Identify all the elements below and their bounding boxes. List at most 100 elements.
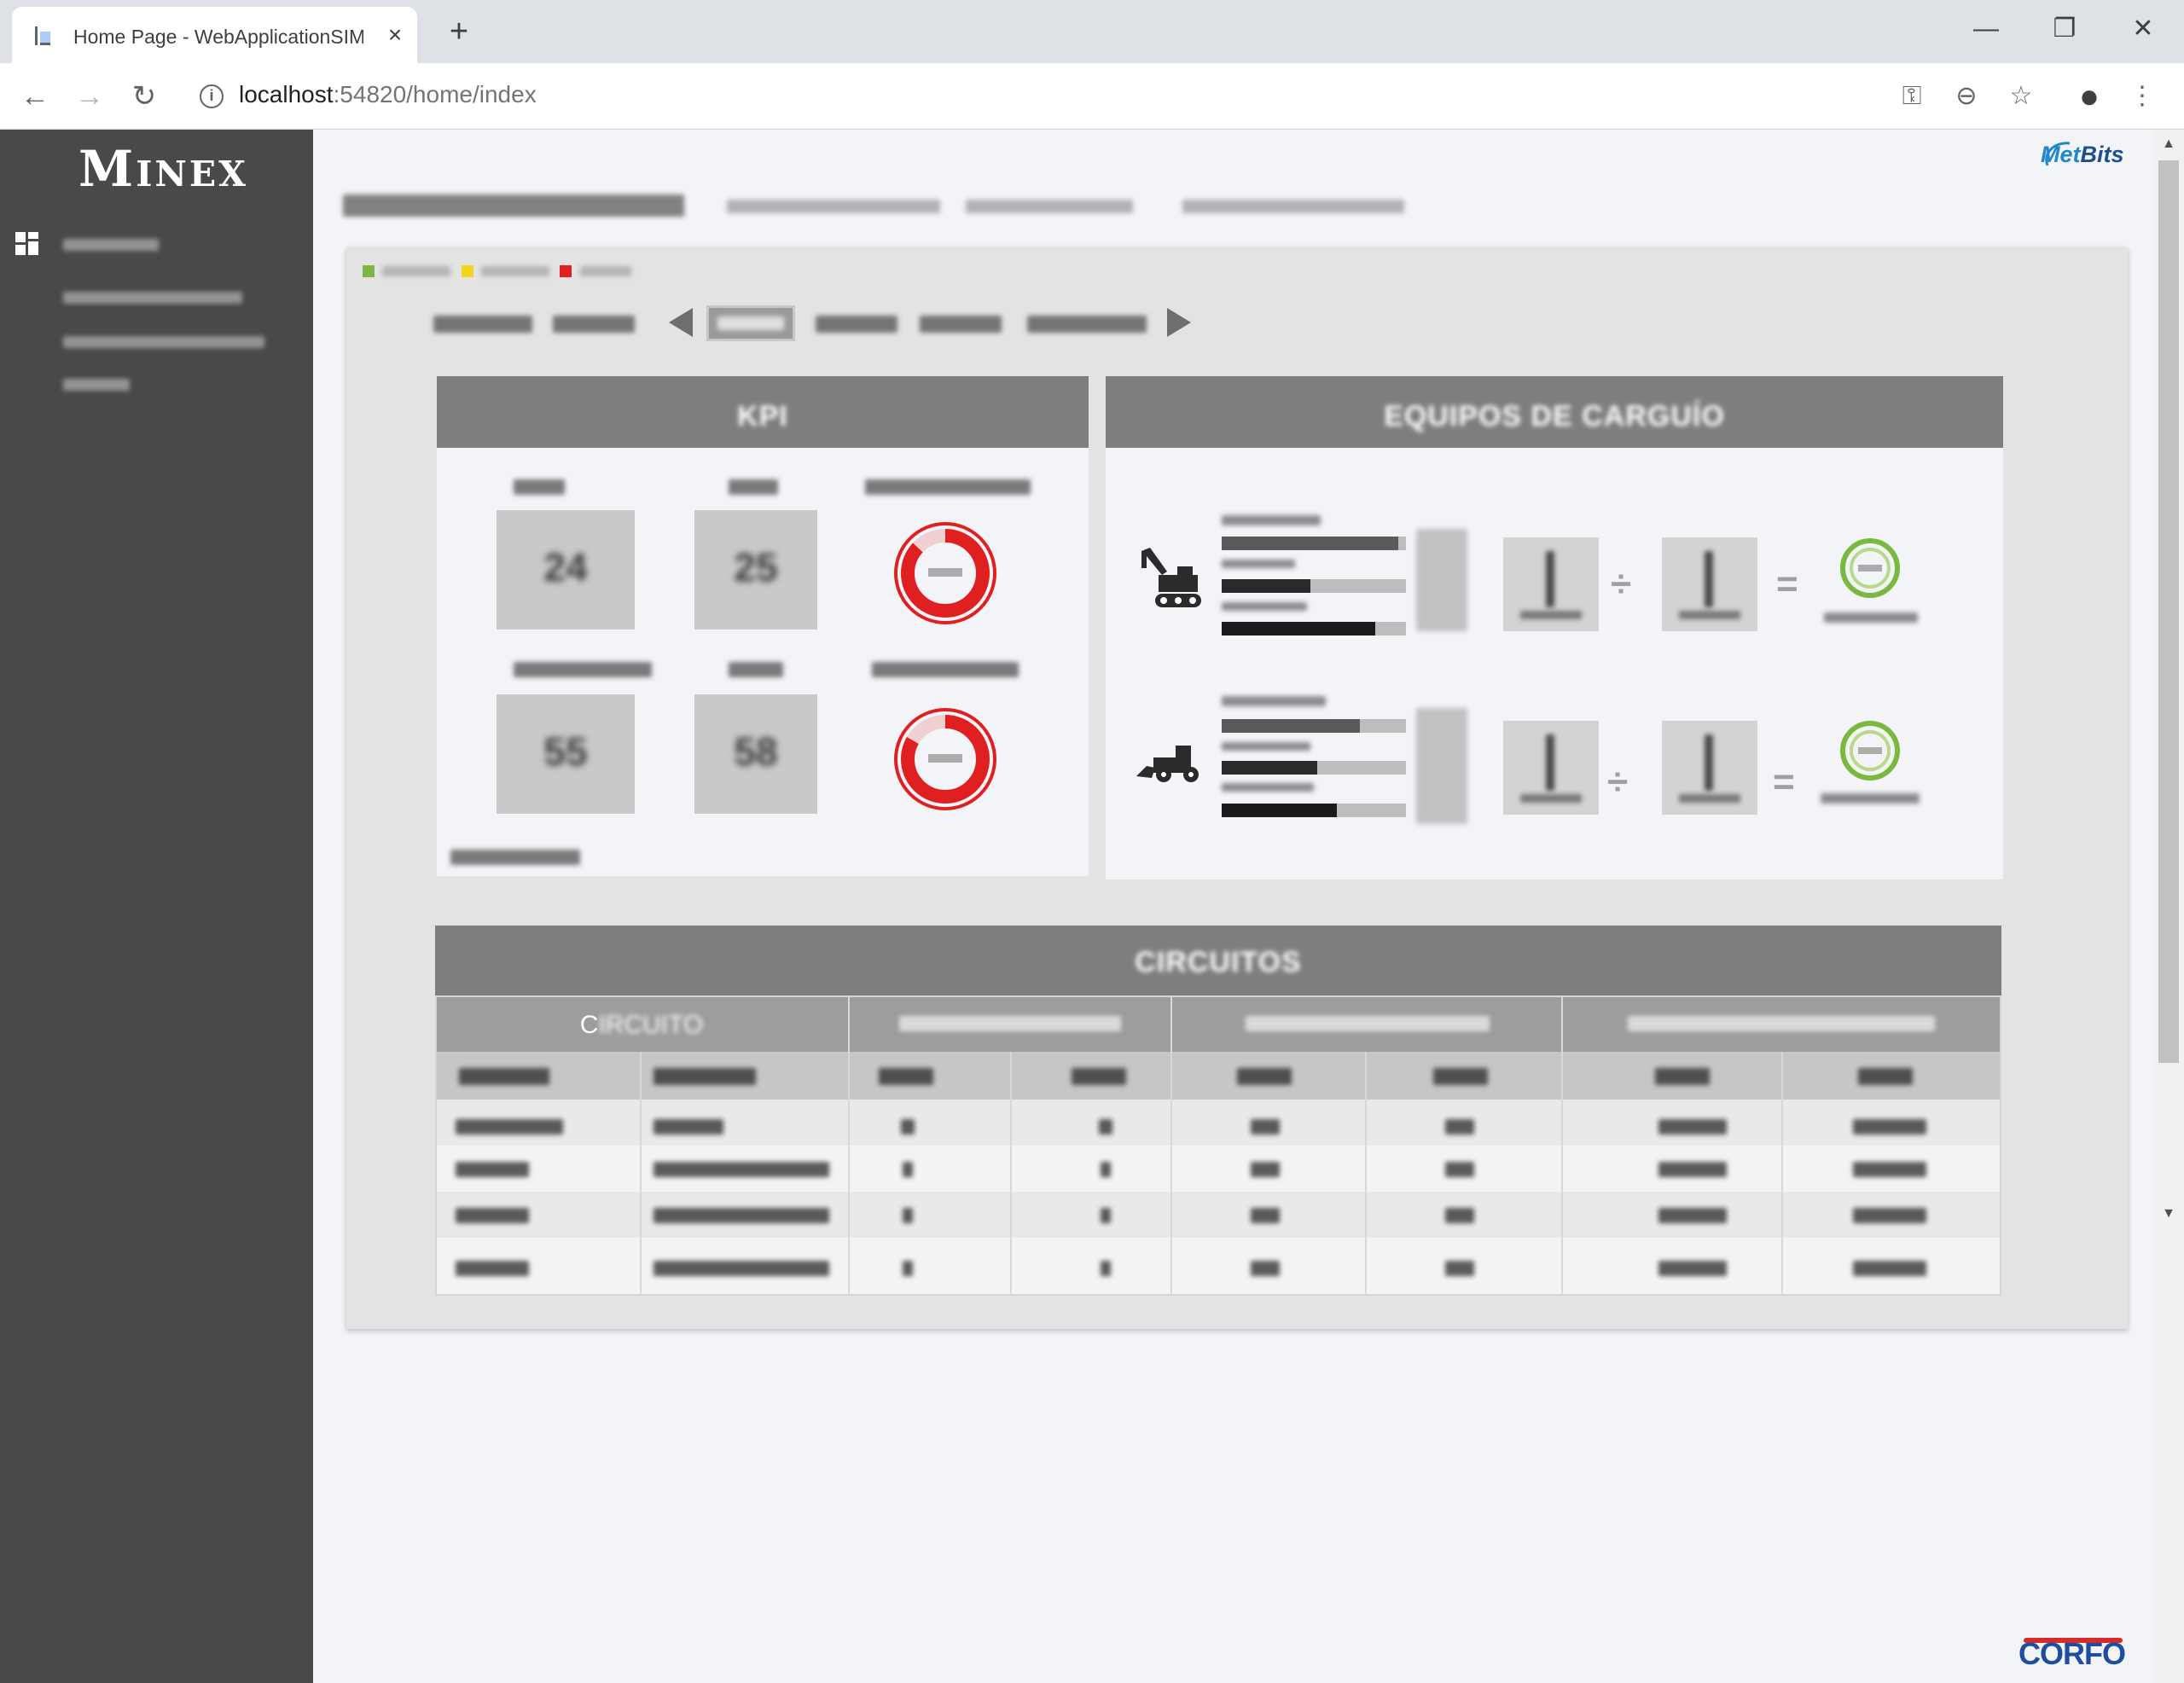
table-cell [903,1261,913,1276]
sidebar-subitem[interactable] [63,292,242,304]
table-cell [1658,1119,1727,1135]
wheel-loader-icon [1136,746,1199,782]
kpi-label-plan [729,479,778,495]
url-host: localhost [239,81,334,107]
page-title [343,194,684,217]
page-icon [35,26,50,45]
kpi-value: 25 [734,545,778,589]
sidebar-item-dashboard[interactable] [63,239,159,251]
forward-button[interactable]: → [70,77,109,116]
legend-red-swatch [560,265,572,277]
close-window-button[interactable]: ✕ [2117,10,2169,48]
col-header-origen [459,1068,549,1085]
equipos-title: EQUIPOS DE CARGUÍO [1384,400,1725,432]
browser-tab-bar: Home Page - WebApplicationSIM × + — ❐ ✕ [0,0,2184,63]
dashboard-icon [15,232,38,255]
table-cell [653,1208,829,1223]
table-cell [903,1162,913,1177]
scrollbar-thumb[interactable] [2158,160,2179,1063]
excavator-tile-a [1503,537,1599,631]
new-tab-button[interactable]: + [442,15,476,49]
period-label[interactable] [920,316,1002,333]
equals-icon: = [1776,563,1798,605]
kpi-tile-proyectado: 55 [497,694,635,814]
browser-tab[interactable]: Home Page - WebApplicationSIM × [12,7,417,63]
restore-button[interactable]: ❐ [2039,10,2090,48]
kpi-tile-meta: 58 [694,694,817,814]
scroll-up-icon[interactable]: ▲ [2155,131,2182,157]
next-arrow-icon[interactable] [1167,308,1191,337]
equip-values [1416,708,1467,824]
equip-result [1821,793,1920,804]
kpi-label-meta [729,662,783,677]
col-header-plan [1433,1068,1488,1085]
period-label[interactable] [816,316,897,333]
profile-icon[interactable]: ● [2071,78,2107,114]
col-header-destino [653,1068,756,1085]
equip-label [1222,602,1307,611]
period-label[interactable] [1027,316,1147,333]
table-cell [456,1162,529,1177]
table-cell [456,1119,563,1135]
address-bar[interactable]: localhost:54820/home/index [239,81,537,108]
circuitos-table-frame [435,995,2001,1296]
loader-bar-2 [1222,761,1406,775]
table-cell [653,1261,829,1276]
browser-toolbar: ← → ↻ i localhost:54820/home/index ⚿ ⊖ ☆… [0,63,2184,130]
page-subtitle [1182,200,1404,213]
corfo-logo: CORFO [2018,1636,2126,1671]
excavator-bar-3 [1222,622,1406,635]
sidebar-subitem[interactable] [63,379,130,391]
prev-arrow-icon[interactable] [669,308,693,337]
zoom-icon[interactable]: ⊖ [1949,78,1984,114]
minimize-button[interactable]: — [1960,10,2012,48]
table-cell [1251,1261,1280,1276]
table-cell [1251,1208,1280,1223]
col-header-plan [1858,1068,1913,1085]
page-subtitle [966,200,1133,213]
kpi-donut [894,708,996,810]
tab-close-button[interactable]: × [382,22,408,48]
table-cell [1853,1208,1926,1223]
table-cell [1101,1261,1111,1276]
table-cell [901,1119,915,1135]
key-icon[interactable]: ⚿ [1894,78,1930,114]
table-cell [1853,1261,1926,1276]
menu-icon[interactable]: ⋮ [2124,78,2160,114]
equip-donut [1840,721,1900,781]
reload-button[interactable]: ↻ [125,77,164,116]
equip-label [1222,742,1310,751]
bookmark-star-icon[interactable]: ☆ [2003,78,2039,114]
table-cell [1658,1162,1727,1177]
kpi-label-real [514,479,565,495]
loader-tile-a [1503,721,1599,815]
col-header-plan [1072,1068,1126,1085]
table-cell [1445,1261,1474,1276]
table-cell [1101,1162,1111,1177]
period-selected[interactable] [706,305,795,341]
legend-label [481,266,549,276]
table-cell [1445,1119,1474,1135]
sidebar-subitem[interactable] [63,336,264,348]
period-label[interactable] [433,316,532,333]
divide-icon: ÷ [1611,563,1632,605]
loader-tile-b [1662,721,1757,815]
site-info-icon[interactable]: i [200,84,224,108]
excavator-icon [1141,548,1201,607]
metbits-logo: MetBits [2041,142,2124,167]
kpi-header: KPI [437,376,1089,448]
app-logo: Minex [78,140,248,198]
kpi-footnote [450,850,580,865]
back-button[interactable]: ← [15,77,55,116]
table-cell [1658,1261,1727,1276]
period-label[interactable] [553,316,635,333]
table-cell [653,1162,829,1177]
scroll-down-icon[interactable]: ▼ [2155,1201,2182,1227]
kpi-label-proyeccion [872,662,1019,677]
kpi-tile-real: 24 [497,510,635,630]
table-cell [456,1208,529,1223]
kpi-title: KPI [737,400,788,432]
equip-label [1222,783,1314,792]
kpi-tile-plan: 25 [694,510,817,630]
legend-label [580,266,631,276]
